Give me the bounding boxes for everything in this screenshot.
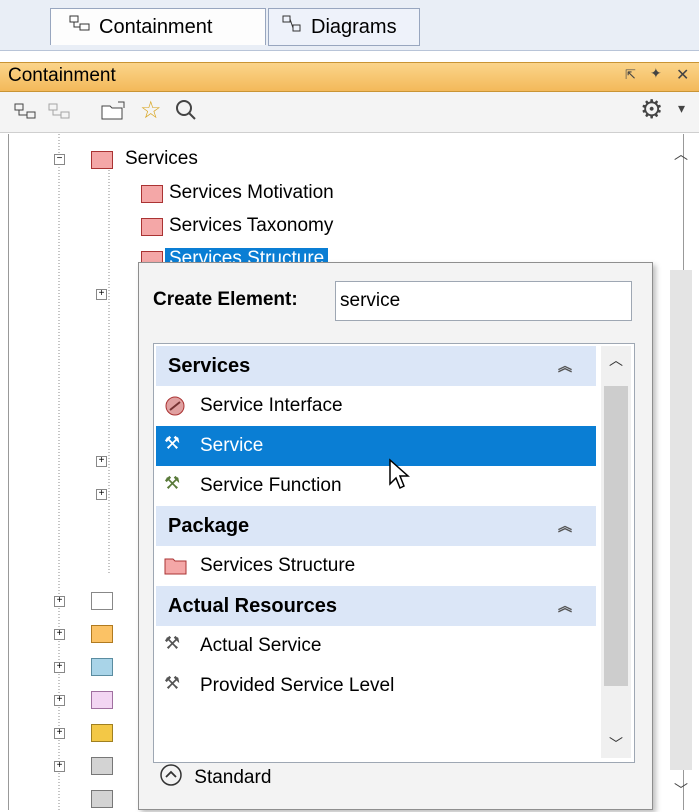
tree-item-services[interactable]: Services <box>125 148 198 170</box>
pin-icon[interactable]: ✦ <box>650 65 662 82</box>
service-interface-icon <box>164 396 186 416</box>
list-item-label: Service Interface <box>200 395 343 416</box>
collapse-chevron-icon[interactable]: ︽ <box>558 596 572 616</box>
package-folder-icon <box>91 757 113 775</box>
tree-scrollbar[interactable]: ︿ ﹀ <box>666 140 696 810</box>
expand-circle-icon <box>159 763 183 793</box>
panel-header: Containment ⇱ ✦ ✕ <box>0 62 699 92</box>
service-function-icon: ⚒ <box>164 473 181 493</box>
element-list: Services ︽ Service Interface ⚒ Service ⚒… <box>153 343 635 763</box>
search-icon[interactable] <box>174 98 198 127</box>
group-title: Services <box>168 355 251 377</box>
create-element-label: Create Element: <box>153 289 298 310</box>
group-header-actual-resources[interactable]: Actual Resources ︽ <box>156 586 596 626</box>
package-folder-icon <box>141 185 163 203</box>
expand-toggle[interactable]: + <box>54 728 65 739</box>
expand-toggle[interactable]: + <box>54 596 65 607</box>
package-folder-icon <box>91 625 113 643</box>
list-item-label: Service Function <box>200 475 342 496</box>
list-item-actual-service[interactable]: ⚒ Actual Service <box>156 626 596 666</box>
gear-icon[interactable]: ⚙ <box>640 94 663 125</box>
list-item-label: Actual Service <box>200 635 322 656</box>
expand-toggle[interactable]: + <box>96 456 107 467</box>
collapse-chevron-icon[interactable]: ︽ <box>558 356 572 376</box>
list-item-label: Services Structure <box>200 555 356 576</box>
group-title: Actual Resources <box>168 595 337 617</box>
package-folder-icon <box>91 151 113 169</box>
expand-toggle[interactable]: + <box>54 629 65 640</box>
tab-diagrams[interactable]: Diagrams <box>268 8 420 46</box>
list-item-services-structure[interactable]: Services Structure <box>156 546 596 586</box>
favorite-star-icon[interactable]: ☆ <box>140 96 162 125</box>
close-icon[interactable]: ✕ <box>676 65 689 85</box>
list-item-provided-service-level[interactable]: ⚒ Provided Service Level <box>156 666 596 706</box>
tab-diagrams-label: Diagrams <box>311 15 397 38</box>
open-folder-icon[interactable] <box>100 100 126 127</box>
package-folder-icon <box>91 691 113 709</box>
create-element-search-input[interactable] <box>335 281 632 321</box>
provided-service-level-icon: ⚒ <box>164 673 181 693</box>
list-item-label: Provided Service Level <box>200 675 395 696</box>
scroll-up-icon[interactable]: ︿ <box>609 350 623 370</box>
dropdown-arrow-icon[interactable]: ▾ <box>678 100 685 117</box>
float-icon[interactable]: ⇱ <box>625 67 636 83</box>
package-folder-icon <box>91 790 113 808</box>
group-title: Package <box>168 515 250 537</box>
expand-toggle[interactable]: + <box>54 662 65 673</box>
list-scrollbar[interactable]: ︿ ﹀ <box>601 346 631 758</box>
expand-toggle-services[interactable]: − <box>54 154 65 165</box>
expand-toggle[interactable]: + <box>54 761 65 772</box>
expand-toggle[interactable]: + <box>54 695 65 706</box>
scroll-down-icon[interactable]: ﹀ <box>674 780 688 800</box>
package-folder-icon <box>91 724 113 742</box>
expand-all-icon[interactable] <box>48 101 72 126</box>
package-folder-icon <box>91 592 113 610</box>
expand-toggle[interactable]: + <box>96 489 107 500</box>
list-item-service-interface[interactable]: Service Interface <box>156 386 596 426</box>
scroll-down-icon[interactable]: ﹀ <box>609 734 623 754</box>
package-folder-icon <box>91 658 113 676</box>
list-item-service-function[interactable]: ⚒ Service Function <box>156 466 596 506</box>
standard-label: Standard <box>194 767 272 788</box>
panel-title: Containment <box>8 65 116 86</box>
group-header-package[interactable]: Package ︽ <box>156 506 596 546</box>
tree-item-services-taxonomy[interactable]: Services Taxonomy <box>169 215 333 237</box>
tab-strip: Containment Diagrams <box>0 0 699 51</box>
tab-containment[interactable]: Containment <box>50 8 266 45</box>
list-item-label: Service <box>200 435 264 456</box>
standard-toggle[interactable]: Standard <box>159 763 271 799</box>
collapse-chevron-icon[interactable]: ︽ <box>558 516 572 536</box>
scroll-up-icon[interactable]: ︿ <box>674 144 688 164</box>
tab-containment-label: Containment <box>99 15 213 38</box>
diagrams-icon <box>281 14 303 40</box>
toolbar: ☆ ⚙ ▾ <box>0 92 699 133</box>
scroll-thumb[interactable] <box>670 270 692 770</box>
create-element-popup: Create Element: Services ︽ Service Inter… <box>138 262 653 810</box>
containment-tree-icon <box>69 14 91 40</box>
list-item-service[interactable]: ⚒ Service <box>156 426 596 466</box>
scroll-thumb[interactable] <box>604 386 628 686</box>
collapse-all-icon[interactable] <box>14 101 38 126</box>
package-folder-icon <box>141 218 163 236</box>
expand-toggle[interactable]: + <box>96 289 107 300</box>
tree-item-services-motivation[interactable]: Services Motivation <box>169 182 334 204</box>
actual-service-icon: ⚒ <box>164 633 181 653</box>
package-folder-icon <box>164 556 187 576</box>
service-tools-icon: ⚒ <box>164 433 181 453</box>
group-header-services[interactable]: Services ︽ <box>156 346 596 386</box>
mouse-cursor-icon <box>389 458 410 490</box>
